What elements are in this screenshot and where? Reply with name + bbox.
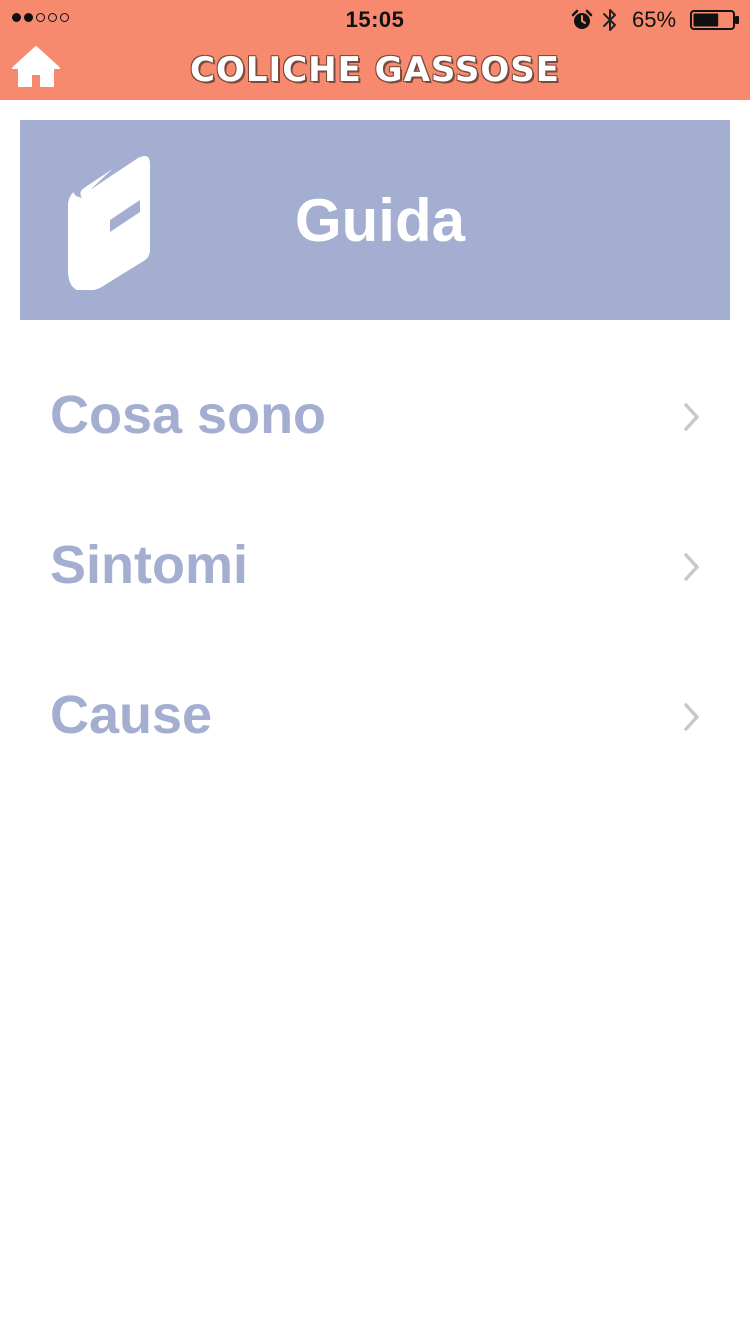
chevron-right-icon bbox=[684, 403, 699, 431]
chevron-right-icon bbox=[684, 553, 699, 581]
app-title: COLICHE GASSOSE bbox=[190, 50, 560, 90]
menu-item-label: Cosa sono bbox=[50, 385, 327, 445]
status-bar: 15:05 65% bbox=[0, 0, 750, 40]
menu-item-cause[interactable]: Cause bbox=[0, 640, 750, 790]
nav-bar: COLICHE GASSOSE bbox=[0, 40, 750, 100]
battery-percent: 65% bbox=[632, 7, 677, 32]
chevron-right-icon bbox=[684, 703, 699, 731]
menu-list: Cosa sono Sintomi Cause bbox=[0, 340, 750, 790]
guide-banner: Guida bbox=[20, 120, 730, 320]
menu-item-sintomi[interactable]: Sintomi bbox=[0, 490, 750, 640]
menu-item-label: Sintomi bbox=[50, 535, 248, 595]
battery-icon bbox=[690, 10, 739, 30]
bluetooth-icon bbox=[603, 9, 616, 31]
alarm-icon bbox=[571, 9, 593, 29]
banner-title: Guida bbox=[294, 187, 465, 254]
menu-item-label: Cause bbox=[50, 685, 213, 745]
menu-item-cosa-sono[interactable]: Cosa sono bbox=[0, 340, 750, 490]
